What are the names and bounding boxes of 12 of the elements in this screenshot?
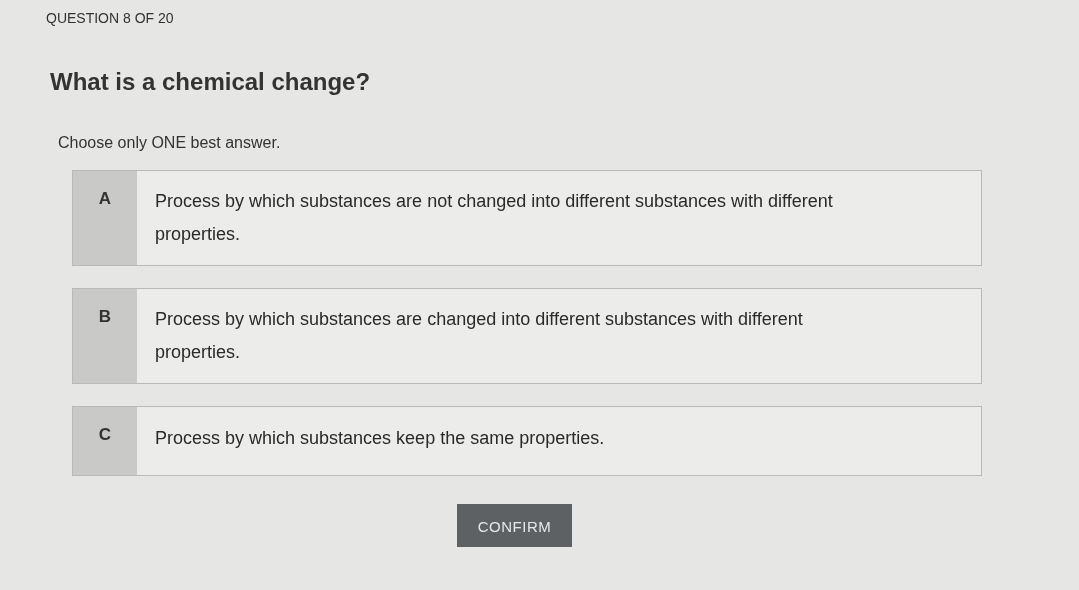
option-text: Process by which substances are not changed into different substances with different properties. — [154, 190, 834, 246]
answer-option[interactable]: A Process by which substances are not changed into different substances with different properties. — [72, 170, 982, 266]
question-title: What is a chemical change? — [50, 68, 372, 96]
option-letter: B — [73, 289, 137, 383]
answer-option[interactable]: B Process by which substances are changed into different substances with different properties. — [72, 288, 982, 384]
instruction-text: Choose only ONE best answer. — [58, 134, 282, 152]
option-text: Process by which substances are changed into different substances with different properties. — [154, 308, 804, 364]
option-letter: C — [73, 407, 137, 475]
option-letter: A — [73, 171, 137, 265]
answer-option[interactable]: C Process by which substances keep the same properties. — [72, 406, 982, 476]
option-text: Process by which substances keep the same properties. — [154, 427, 606, 450]
question-counter: QUESTION 8 OF 20 — [46, 10, 175, 26]
